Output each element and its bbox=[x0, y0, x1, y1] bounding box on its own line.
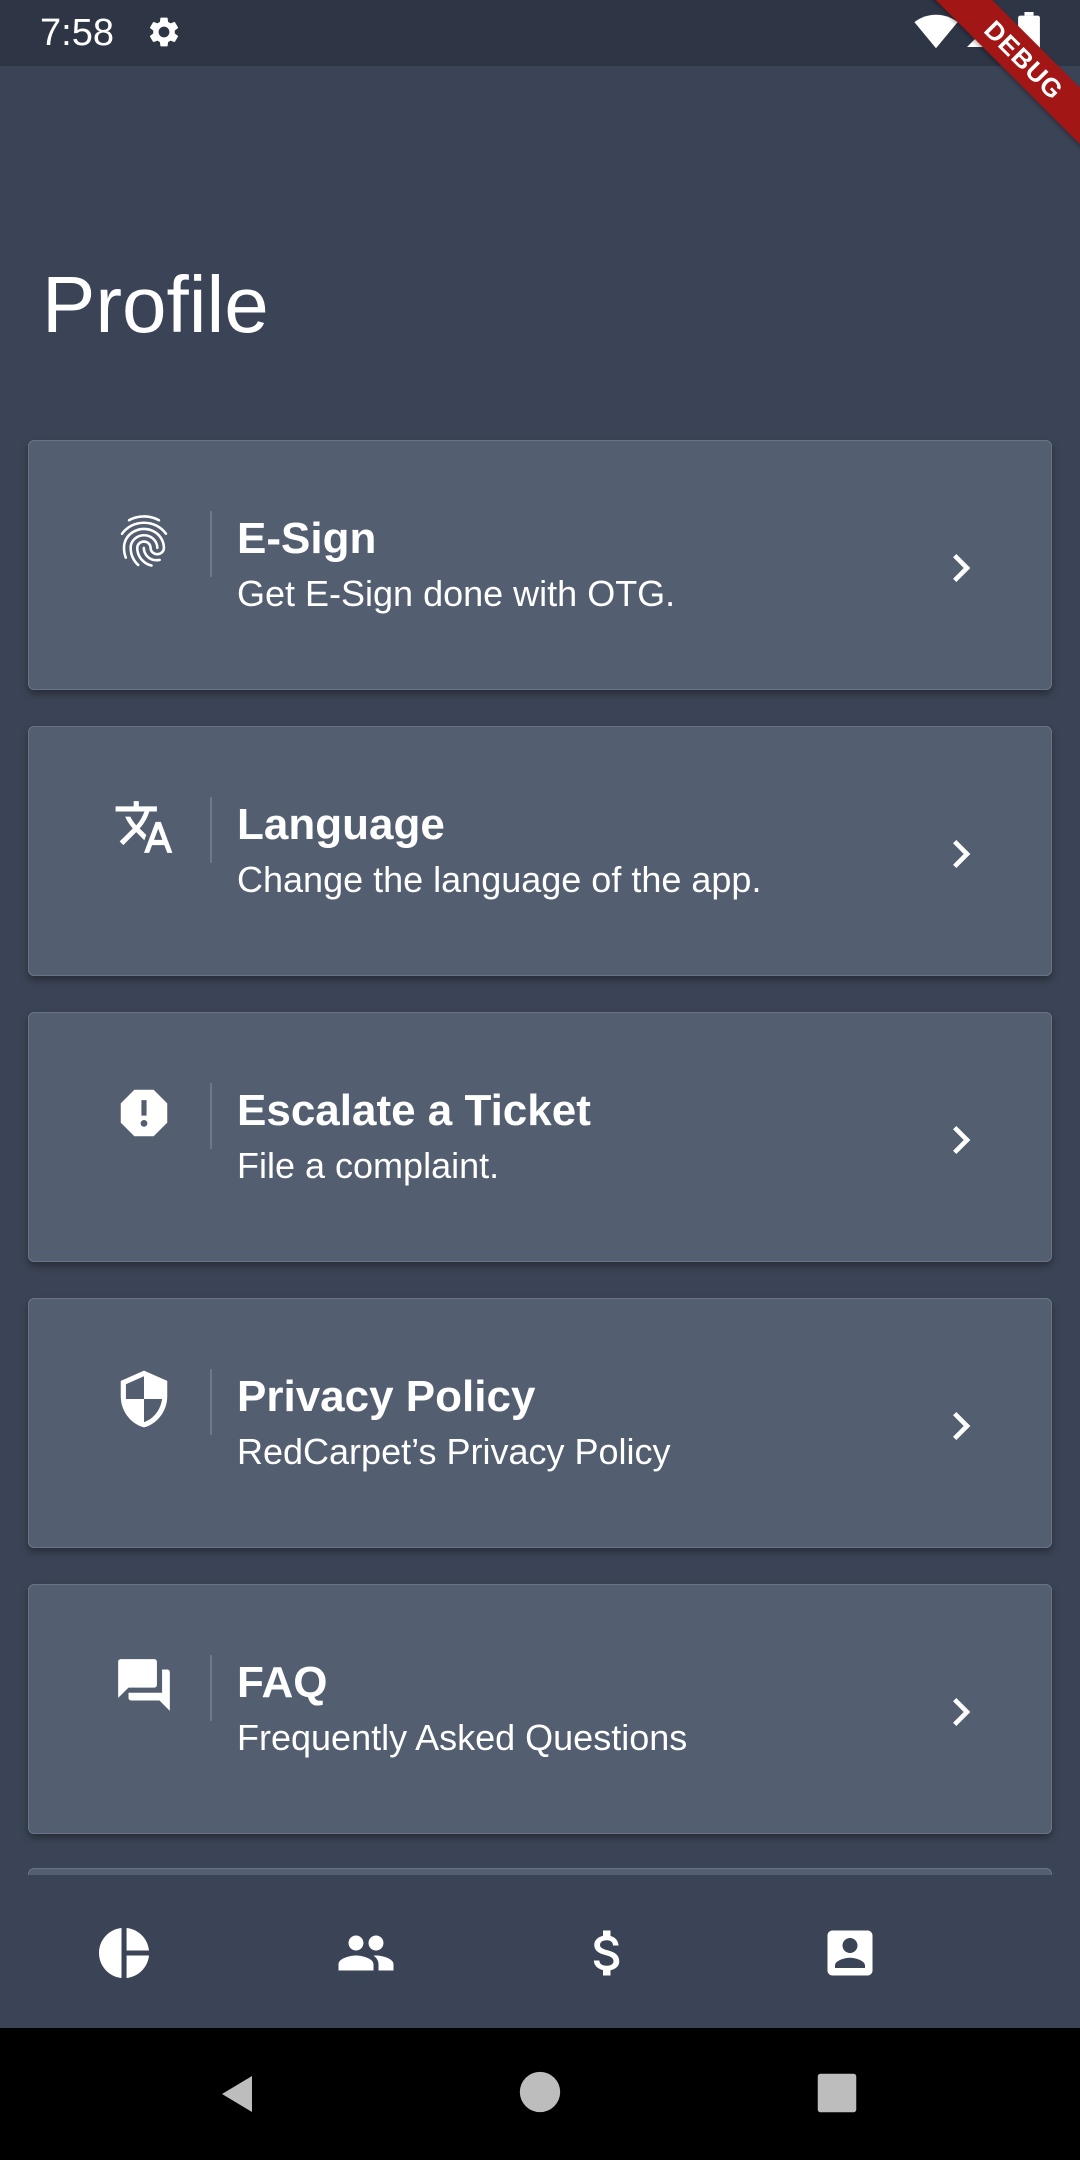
system-nav-bar bbox=[0, 2028, 1080, 2160]
card-divider bbox=[210, 511, 212, 577]
status-bar: 7:58 bbox=[0, 0, 1080, 66]
battery-icon bbox=[1018, 12, 1040, 52]
menu-item-faq[interactable]: FAQ Frequently Asked Questions bbox=[28, 1584, 1052, 1834]
chevron-right-icon bbox=[953, 554, 971, 582]
gear-icon bbox=[149, 17, 179, 47]
card-divider bbox=[210, 1369, 212, 1435]
report-icon bbox=[120, 1089, 168, 1137]
status-time: 7:58 bbox=[40, 12, 114, 54]
chevron-right-icon bbox=[953, 840, 971, 868]
nav-item-profile[interactable] bbox=[726, 1875, 968, 2028]
bottom-nav bbox=[0, 1875, 1080, 2028]
nav-item-dashboard[interactable] bbox=[0, 1875, 242, 2028]
menu-item-subtitle: Get E-Sign done with OTG. bbox=[237, 573, 676, 614]
menu-item-subtitle: Change the language of the app. bbox=[237, 859, 762, 900]
menu-item-e-sign[interactable]: E-Sign Get E-Sign done with OTG. bbox=[28, 440, 1052, 690]
menu-item-language[interactable]: Language Change the language of the app. bbox=[28, 726, 1052, 976]
shield-icon bbox=[120, 1370, 168, 1428]
menu-item-title: Language bbox=[237, 800, 445, 849]
menu-item-title: E-Sign bbox=[237, 514, 377, 563]
menu-item-privacy-policy[interactable]: Privacy Policy RedCarpet’s Privacy Polic… bbox=[28, 1298, 1052, 1548]
recents-icon[interactable] bbox=[816, 2072, 858, 2114]
card-divider bbox=[210, 1083, 212, 1149]
nav-item-payments[interactable] bbox=[484, 1875, 726, 2028]
menu-item-title: Escalate a Ticket bbox=[237, 1086, 591, 1135]
nav-item-people[interactable] bbox=[242, 1875, 484, 2028]
translate-icon bbox=[115, 801, 173, 853]
wifi-icon bbox=[914, 14, 958, 49]
chevron-right-icon bbox=[953, 1412, 971, 1440]
card-divider bbox=[210, 1655, 212, 1721]
account-box-icon bbox=[827, 1930, 873, 1976]
card-divider bbox=[210, 797, 212, 863]
chevron-right-icon bbox=[953, 1126, 971, 1154]
menu-item-subtitle: RedCarpet’s Privacy Policy bbox=[237, 1431, 671, 1472]
menu-item-title: FAQ bbox=[237, 1658, 328, 1707]
menu-item-subtitle: Frequently Asked Questions bbox=[237, 1717, 688, 1758]
chevron-right-icon bbox=[953, 1698, 971, 1726]
page-title: Profile bbox=[42, 260, 269, 349]
home-icon[interactable] bbox=[518, 2070, 562, 2114]
menu-item-escalate-ticket[interactable]: Escalate a Ticket File a complaint. bbox=[28, 1012, 1052, 1262]
forum-icon bbox=[118, 1659, 170, 1711]
back-icon[interactable] bbox=[214, 2070, 262, 2118]
fingerprint-icon bbox=[120, 515, 168, 567]
pie-chart-icon bbox=[99, 1928, 149, 1978]
people-icon bbox=[338, 1935, 394, 1971]
menu-item-subtitle: File a complaint. bbox=[237, 1145, 500, 1186]
signal-icon bbox=[967, 17, 997, 47]
menu-item-title: Privacy Policy bbox=[237, 1372, 536, 1421]
dollar-icon bbox=[593, 1930, 620, 1976]
